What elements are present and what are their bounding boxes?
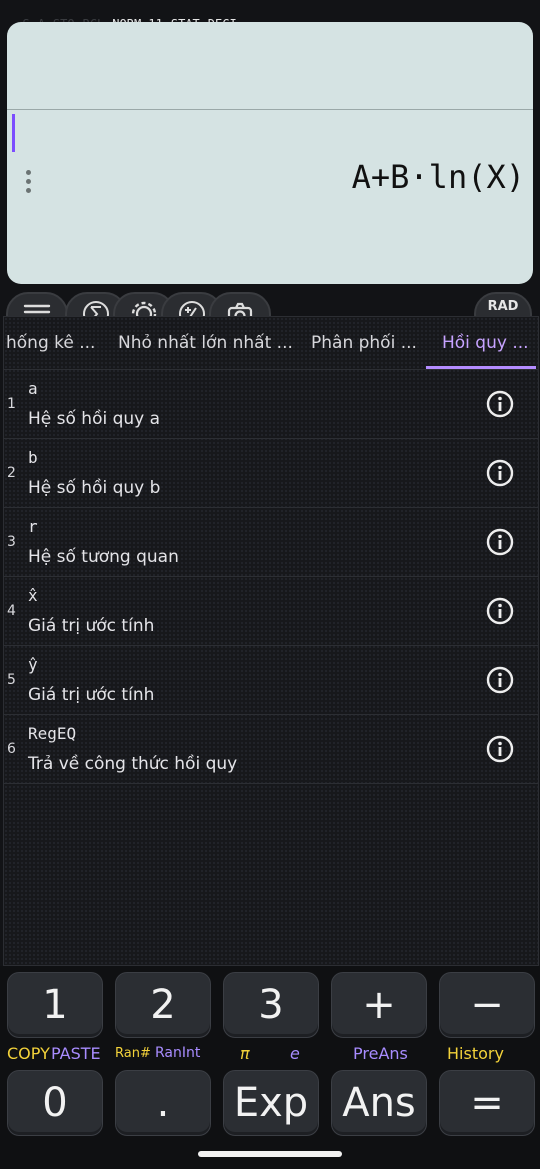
- result-expression: A+B·ln(X): [351, 158, 525, 196]
- key-3[interactable]: 3: [223, 972, 319, 1038]
- info-icon[interactable]: [486, 390, 514, 418]
- key-ans[interactable]: Ans: [331, 1070, 427, 1136]
- home-indicator[interactable]: [198, 1151, 342, 1157]
- item-number: 5: [7, 672, 16, 688]
- active-tab-indicator: [426, 366, 536, 369]
- item-symbol: x̂: [28, 586, 38, 605]
- item-symbol: ŷ: [28, 655, 38, 674]
- calculator-display[interactable]: A+B·ln(X): [7, 22, 533, 284]
- shift-label-ranint: RanInt: [155, 1045, 201, 1061]
- camera-icon: [227, 302, 253, 316]
- function-list: 1 a Hệ số hồi quy a 2 b Hệ số hồi quy b …: [4, 370, 538, 784]
- item-description: Trả về công thức hồi quy: [28, 754, 238, 774]
- item-description: Hệ số hồi quy b: [28, 478, 161, 498]
- input-cursor: [12, 114, 15, 152]
- item-description: Giá trị ước tính: [28, 616, 155, 636]
- item-number: 1: [7, 396, 16, 412]
- gear-icon: [131, 301, 157, 316]
- angle-mode-button[interactable]: RAD: [474, 292, 532, 316]
- status-bar: SASTORCLNORM-11STATDECI: [0, 0, 540, 31]
- list-item[interactable]: 3 r Hệ số tương quan: [4, 508, 538, 577]
- info-icon[interactable]: [486, 597, 514, 625]
- key-0[interactable]: 0: [7, 1070, 103, 1136]
- key-plus[interactable]: +: [331, 972, 427, 1038]
- tab-min-max[interactable]: Nhỏ nhất lớn nhất ...: [118, 317, 293, 369]
- shift-label-ranhash: Ran#: [115, 1046, 151, 1061]
- list-item[interactable]: 5 ŷ Giá trị ước tính: [4, 646, 538, 715]
- tab-statistics[interactable]: hống kê ...: [6, 317, 95, 369]
- shift-label-copy: COPY: [7, 1044, 50, 1063]
- key-2[interactable]: 2: [115, 972, 211, 1038]
- shift-label-e: e: [290, 1044, 300, 1063]
- item-number: 6: [7, 741, 16, 757]
- camera-button[interactable]: [209, 292, 271, 316]
- info-icon[interactable]: [486, 735, 514, 763]
- item-symbol: a: [28, 379, 38, 398]
- item-symbol: r: [28, 517, 38, 536]
- item-description: Giá trị ước tính: [28, 685, 155, 705]
- shift-label-paste: PASTE: [51, 1044, 101, 1063]
- item-number: 3: [7, 534, 16, 550]
- key-equals[interactable]: =: [439, 1070, 535, 1136]
- list-item[interactable]: 2 b Hệ số hồi quy b: [4, 439, 538, 508]
- list-item[interactable]: 6 RegEQ Trả về công thức hồi quy: [4, 715, 538, 784]
- sigma-icon: [83, 301, 109, 316]
- item-number: 2: [7, 465, 16, 481]
- shift-label-pi: π: [240, 1044, 250, 1063]
- item-symbol: RegEQ: [28, 724, 77, 743]
- info-icon[interactable]: [486, 459, 514, 487]
- toolbar: RAD: [0, 286, 540, 316]
- menu-button[interactable]: [6, 292, 68, 316]
- tab-distribution[interactable]: Phân phối ...: [311, 317, 417, 369]
- item-number: 4: [7, 603, 16, 619]
- more-vertical-icon[interactable]: [24, 170, 32, 196]
- key-minus[interactable]: −: [439, 972, 535, 1038]
- tab-regression[interactable]: Hồi quy ...: [442, 317, 529, 369]
- category-tabs: hống kê ... Nhỏ nhất lớn nhất ... Phân p…: [4, 317, 538, 370]
- item-symbol: b: [28, 448, 38, 467]
- key-1[interactable]: 1: [7, 972, 103, 1038]
- key-exp[interactable]: Exp: [223, 1070, 319, 1136]
- info-icon[interactable]: [486, 666, 514, 694]
- key-decimal[interactable]: .: [115, 1070, 211, 1136]
- display-divider: [7, 109, 533, 110]
- item-description: Hệ số tương quan: [28, 547, 179, 567]
- item-description: Hệ số hồi quy a: [28, 409, 161, 429]
- plus-minus-icon: [179, 301, 205, 316]
- function-catalog-panel: hống kê ... Nhỏ nhất lớn nhất ... Phân p…: [3, 316, 539, 966]
- shift-label-preans: PreAns: [353, 1044, 408, 1063]
- list-item[interactable]: 1 a Hệ số hồi quy a: [4, 370, 538, 439]
- info-icon[interactable]: [486, 528, 514, 556]
- hamburger-icon: [23, 304, 51, 314]
- list-item[interactable]: 4 x̂ Giá trị ước tính: [4, 577, 538, 646]
- shift-label-history: History: [447, 1044, 504, 1063]
